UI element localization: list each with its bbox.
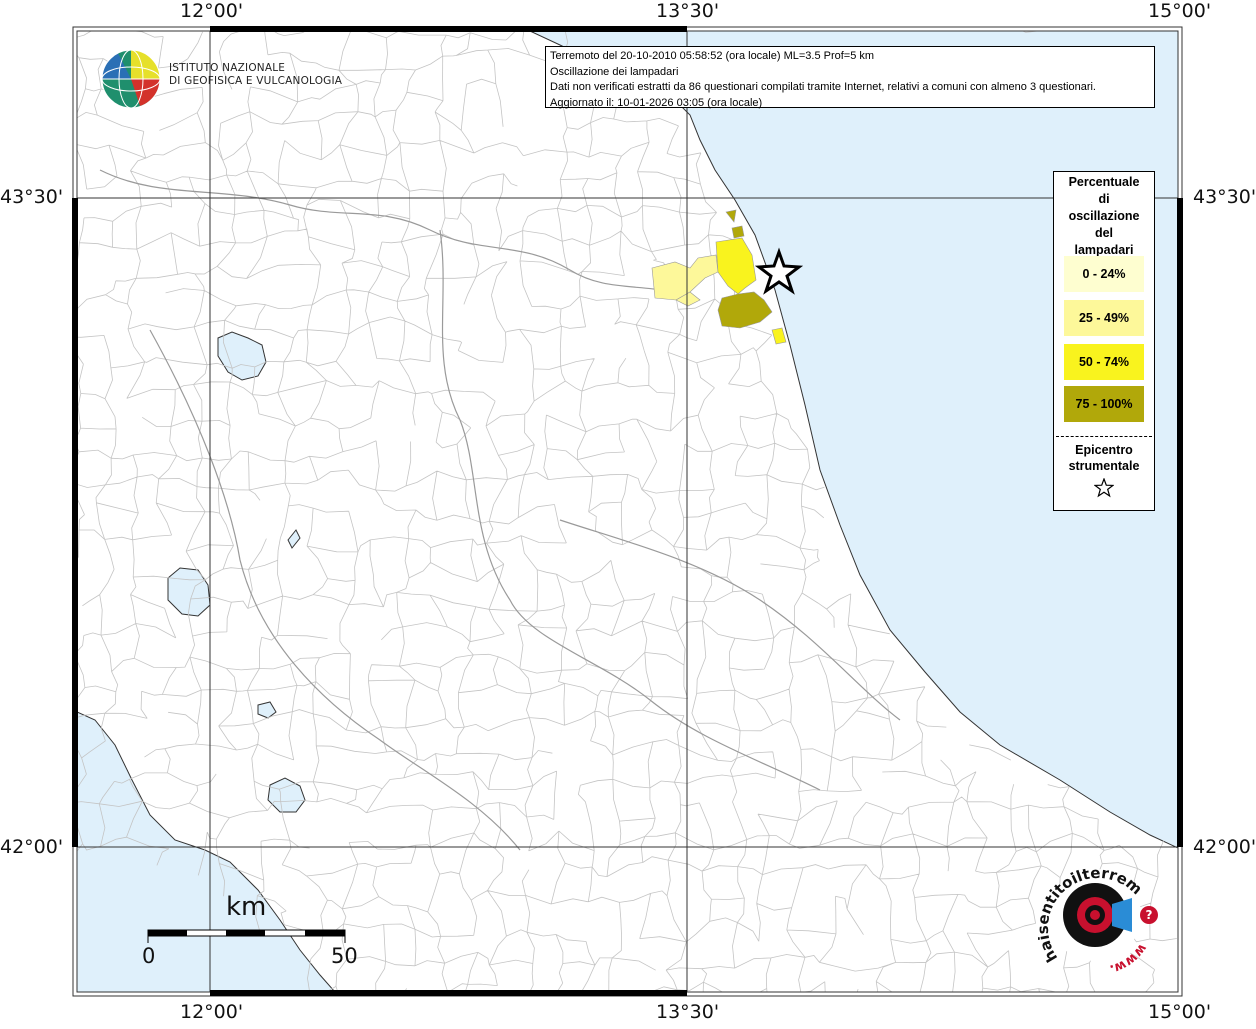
scale-max-label: 50	[331, 944, 358, 968]
legend-box: Percentuale di oscillazione del lampadar…	[1053, 171, 1155, 511]
svg-text:?: ?	[1146, 908, 1153, 922]
lat-label-right-42: 42°00'	[1193, 836, 1256, 858]
legend-epicenter-line: strumentale	[1068, 459, 1140, 473]
legend-swatch-25-49: 25 - 49%	[1064, 300, 1144, 336]
legend-title: Percentuale di oscillazione del lampadar…	[1054, 172, 1154, 259]
legend-swatch-50-74: 50 - 74%	[1064, 344, 1144, 380]
event-info-line-3: Dati non verificati estratti da 86 quest…	[550, 81, 1096, 93]
intensity-map: ? haisentitoilterremoto.it www. 12°00' 1…	[0, 0, 1256, 1024]
legend-separator	[1056, 436, 1152, 437]
event-info-line-1: Terremoto del 20-10-2010 05:58:52 (ora l…	[550, 50, 875, 62]
lat-label-left-42: 42°00'	[0, 836, 64, 858]
event-info-line-2: Oscillazione dei lampadari	[550, 65, 679, 78]
lon-label-bottom-13-30: 13°30'	[656, 1001, 720, 1023]
lat-label-right-43-30: 43°30'	[1193, 186, 1256, 208]
municipality-class-75-100	[731, 225, 745, 239]
legend-epicenter-label: Epicentro strumentale	[1054, 442, 1154, 474]
lon-label-top-13-30: 13°30'	[656, 0, 720, 22]
event-info-box: Terremoto del 20-10-2010 05:58:52 (ora l…	[545, 46, 1155, 109]
scale-min-label: 0	[142, 944, 156, 968]
legend-title-line: Percentuale	[1068, 175, 1140, 189]
lon-label-bottom-12: 12°00'	[180, 1001, 244, 1023]
legend-title-line: di	[1098, 192, 1110, 206]
legend-swatch-0-24: 0 - 24%	[1064, 256, 1144, 292]
lon-label-top-15: 15°00'	[1148, 0, 1212, 22]
ingv-logo-text: ISTITUTO NAZIONALE DI GEOFISICA E VULCAN…	[169, 62, 342, 88]
legend-epicenter-line: Epicentro	[1075, 443, 1133, 457]
lon-label-top-12: 12°00'	[180, 0, 244, 22]
legend-swatch-75-100: 75 - 100%	[1064, 386, 1144, 422]
lon-label-bottom-15: 15°00'	[1148, 1001, 1212, 1023]
ingv-logo-icon	[101, 49, 161, 109]
legend-title-line: oscillazione	[1068, 209, 1140, 223]
lat-label-left-43-30: 43°30'	[0, 186, 64, 208]
legend-title-line: del	[1094, 226, 1114, 240]
map-canvas: ?	[72, 26, 1183, 997]
ingv-logo-line-2: DI GEOFISICA E VULCANOLOGIA	[169, 75, 343, 87]
event-info-line-4: Aggiornato il: 10-01-2026 03:05 (ora loc…	[550, 96, 763, 109]
ingv-logo-line-1: ISTITUTO NAZIONALE	[169, 62, 286, 74]
legend-star-icon	[1094, 478, 1114, 498]
scale-unit-label: km	[226, 892, 267, 922]
